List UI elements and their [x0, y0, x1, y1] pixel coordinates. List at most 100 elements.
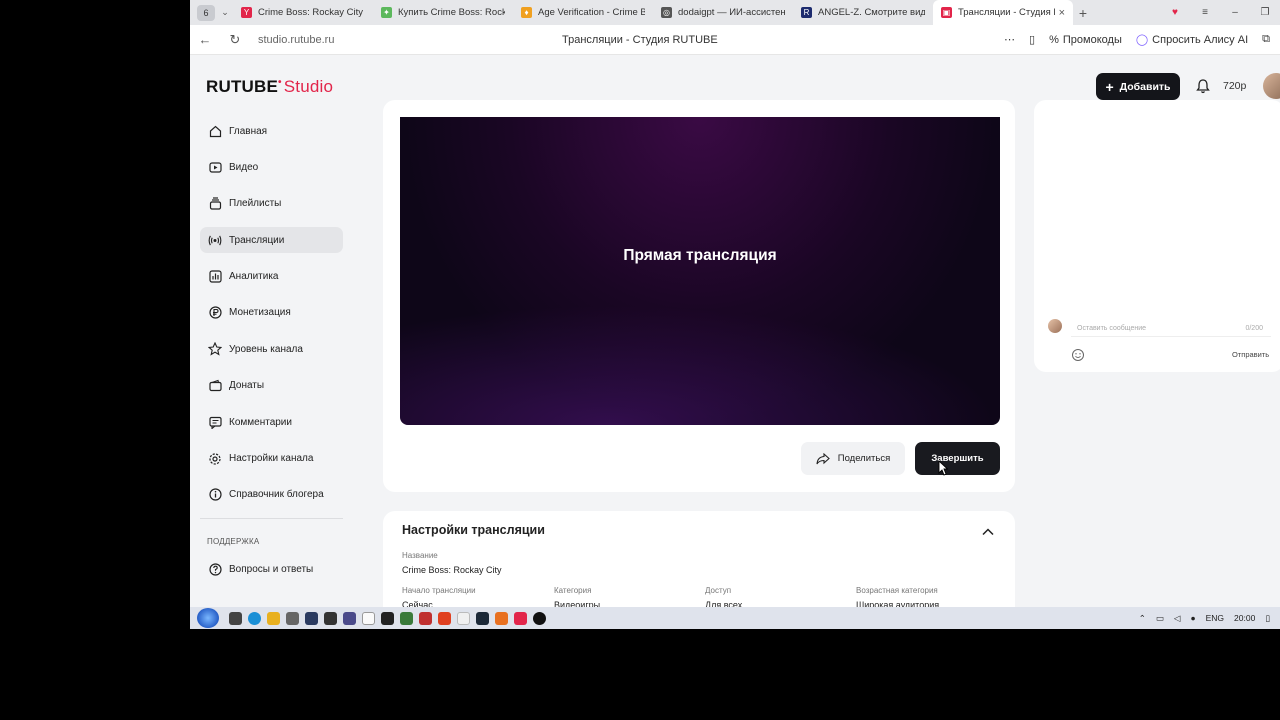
browser-tab-2[interactable]: ✦ Купить Crime Boss: Rockay	[373, 0, 513, 25]
sidebar-item-label: Настройки канала	[229, 453, 314, 465]
chevron-up-icon[interactable]	[981, 524, 995, 536]
menu-icon[interactable]: ≡	[1190, 7, 1220, 18]
browser-tab-3[interactable]: ♦ Age Verification - Crime B	[513, 0, 653, 25]
yandex-browser-icon[interactable]	[457, 611, 470, 625]
sidebar-item-comments[interactable]: Комментарии	[200, 409, 343, 435]
new-tab-button[interactable]: +	[1073, 5, 1093, 21]
browser-tab-5[interactable]: R ANGEL-Z. Смотрите видео	[793, 0, 933, 25]
promo-button[interactable]: % Промокоды	[1049, 34, 1122, 46]
panel-icon[interactable]: ⧉	[1262, 33, 1270, 46]
more-icon[interactable]: ⋯	[1004, 33, 1015, 46]
app-icon[interactable]	[495, 611, 508, 625]
playlist-icon	[208, 197, 222, 211]
chat-user-avatar	[1048, 319, 1062, 333]
browser-tab-4[interactable]: ◎ dodaigpt — ИИ-ассистент	[653, 0, 793, 25]
app-icon[interactable]	[324, 611, 337, 625]
back-arrow-icon[interactable]: ←	[190, 32, 220, 47]
logo-dot-icon: •	[278, 77, 282, 88]
tab-counter[interactable]: 6	[197, 4, 215, 21]
logo-studio: Studio	[283, 77, 334, 96]
alice-label: Спросить Алису AI	[1152, 33, 1249, 46]
tab-list-chevron-icon[interactable]: ⌄	[217, 7, 233, 18]
sidebar-item-monetization[interactable]: Монетизация	[200, 300, 343, 326]
app-icon[interactable]	[400, 611, 413, 625]
language-indicator[interactable]: ENG	[1206, 613, 1224, 623]
reload-icon[interactable]: ↻	[220, 32, 250, 48]
user-avatar[interactable]	[1263, 73, 1280, 99]
network-icon[interactable]: ▭	[1156, 613, 1164, 624]
sidebar-item-channel-settings[interactable]: Настройки канала	[200, 446, 343, 472]
sidebar-item-label: Донаты	[229, 380, 265, 392]
broadcast-player-card: Прямая трансляция Поделиться Завершить	[383, 100, 1015, 492]
chat-char-counter: 0/200	[1245, 325, 1263, 332]
os-taskbar: ⌃ ▭ ◁ ● ENG 20:00 ▯	[190, 607, 1280, 629]
sidebar-item-broadcasts[interactable]: Трансляции	[200, 227, 343, 254]
star-icon	[208, 342, 222, 356]
age-label: Возрастная категория	[856, 586, 938, 595]
clock[interactable]: 20:00	[1234, 613, 1255, 623]
share-button[interactable]: Поделиться	[801, 442, 905, 475]
notification-icon[interactable]: ▯	[1265, 613, 1270, 624]
app-icon[interactable]	[438, 611, 451, 625]
app-icon[interactable]	[533, 611, 546, 625]
browser-tab-1[interactable]: Y Crime Boss: Rockay City –	[233, 0, 373, 25]
notifications-bell-icon[interactable]	[1193, 76, 1213, 96]
app-icon[interactable]	[286, 611, 299, 625]
sidebar-item-home[interactable]: Главная	[200, 118, 343, 144]
app-icon[interactable]	[381, 611, 394, 625]
sidebar-item-analytics[interactable]: Аналитика	[200, 264, 343, 290]
sidebar-item-label: Справочник блогера	[229, 489, 324, 501]
analytics-icon	[208, 270, 222, 284]
app-icon[interactable]	[229, 611, 242, 625]
app-icon[interactable]	[419, 611, 432, 625]
app-icon[interactable]	[305, 611, 318, 625]
page-title: Трансляции - Студия RUTUBE	[562, 33, 718, 46]
wallet-icon	[208, 379, 222, 393]
home-icon	[208, 124, 222, 138]
alice-button[interactable]: ◯ Спросить Алису AI	[1136, 33, 1249, 47]
sidebar-item-video[interactable]: Видео	[200, 154, 343, 180]
tray-expand-icon[interactable]: ⌃	[1139, 613, 1146, 624]
mic-icon[interactable]: ●	[1190, 613, 1195, 623]
volume-icon[interactable]: ◁	[1174, 613, 1181, 624]
app-icon[interactable]	[343, 611, 356, 625]
document-icon[interactable]	[362, 611, 375, 625]
sidebar-item-faq[interactable]: Вопросы и ответы	[200, 556, 343, 582]
rutube-favicon-icon: Y	[241, 7, 252, 18]
steam-icon[interactable]	[476, 611, 489, 625]
video-icon	[208, 160, 222, 174]
emoji-icon[interactable]	[1071, 348, 1085, 362]
sidebar-item-playlists[interactable]: Плейлисты	[200, 191, 343, 217]
bookmark-icon[interactable]: ▯	[1029, 33, 1035, 46]
info-icon	[208, 488, 222, 502]
folder-icon[interactable]	[267, 611, 280, 625]
close-tab-icon[interactable]: ×	[1059, 7, 1065, 19]
sidebar-item-blogger-guide[interactable]: Справочник блогера	[200, 482, 343, 508]
add-button[interactable]: + Добавить	[1096, 73, 1180, 100]
category-label: Категория	[554, 586, 592, 595]
app-icon[interactable]	[248, 611, 261, 625]
extension-icon[interactable]: ♥	[1160, 7, 1190, 18]
rutube-studio-logo[interactable]: RUTUBE• Studio	[206, 77, 333, 97]
sidebar-item-donations[interactable]: Донаты	[200, 373, 343, 399]
system-tray: ⌃ ▭ ◁ ● ENG 20:00 ▯	[1139, 613, 1270, 624]
live-player[interactable]: Прямая трансляция	[400, 117, 1000, 425]
sidebar-item-label: Плейлисты	[229, 198, 282, 210]
send-message-button[interactable]: Отправить	[1232, 350, 1269, 359]
url-field[interactable]: studio.rutube.ru	[258, 34, 458, 46]
tab-label: Crime Boss: Rockay City –	[258, 7, 365, 18]
browser-tab-active[interactable]: ▣ Трансляции - Студия R ×	[933, 0, 1073, 25]
balance-label[interactable]: 720р	[1223, 80, 1246, 92]
gear-icon	[208, 452, 222, 466]
sidebar-item-label: Аналитика	[229, 271, 279, 283]
sidebar-item-channel-level[interactable]: Уровень канала	[200, 336, 343, 362]
start-button[interactable]	[197, 608, 219, 628]
restore-icon[interactable]: ❐	[1250, 7, 1280, 18]
finish-broadcast-button[interactable]: Завершить	[915, 442, 1000, 475]
minimize-icon[interactable]: –	[1220, 7, 1250, 18]
player-overlay-text: Прямая трансляция	[623, 247, 777, 264]
chat-message-input[interactable]: Оставить сообщение 0/200	[1071, 321, 1271, 337]
browser-icon[interactable]	[514, 611, 527, 625]
plus-icon: +	[1105, 78, 1114, 95]
age-favicon-icon: ♦	[521, 7, 532, 18]
